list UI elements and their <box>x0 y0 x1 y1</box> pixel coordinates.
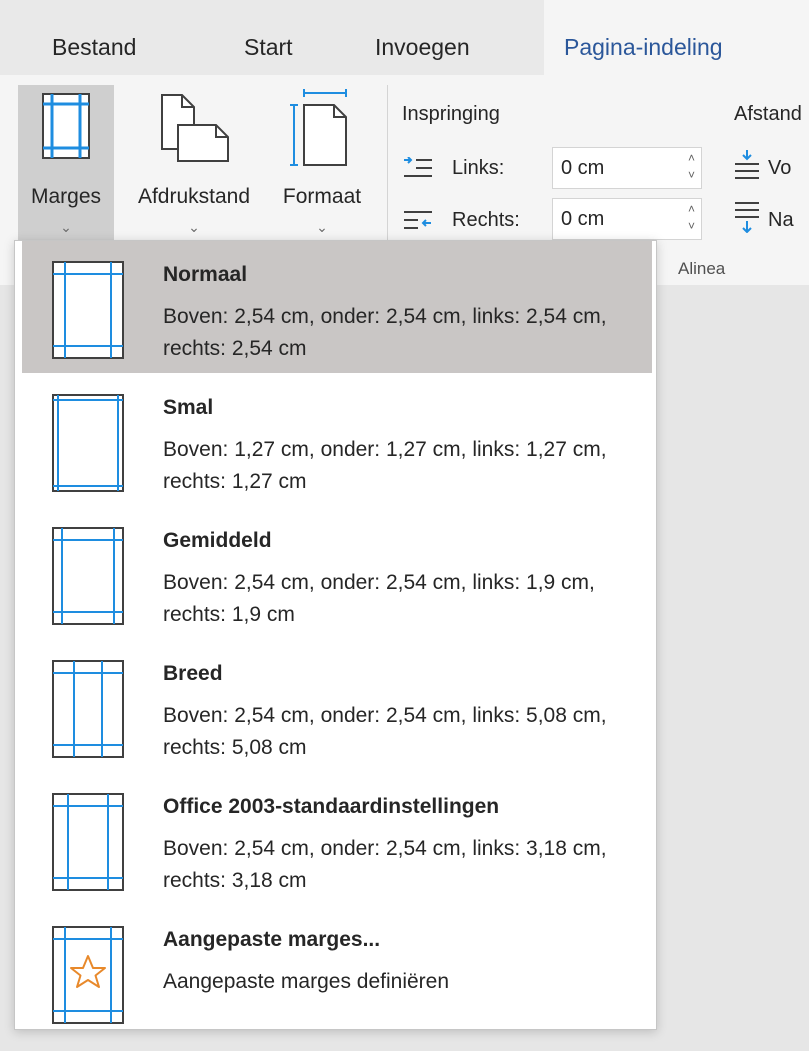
narrow-margins-icon <box>52 394 124 492</box>
tab-pagina-indeling[interactable]: Pagina-indeling <box>544 0 809 75</box>
margin-option-desc: Boven: 2,54 cm, onder: 2,54 cm, links: 3… <box>163 837 607 892</box>
margin-option-office-2003[interactable]: Office 2003-standaardinstellingen Boven:… <box>22 773 652 905</box>
normal-margins-icon <box>52 261 124 359</box>
ribbon-tab-bar: Bestand Start Invoegen Pagina-indeling <box>0 0 809 75</box>
size-button-label: Formaat <box>282 185 362 208</box>
margin-option-desc: Boven: 2,54 cm, onder: 2,54 cm, links: 1… <box>163 571 595 626</box>
spinner-arrows-icon[interactable]: ˄ ˅ <box>688 150 695 184</box>
chevron-down-icon: ⌄ <box>316 219 328 235</box>
margin-option-desc: Boven: 1,27 cm, onder: 1,27 cm, links: 1… <box>163 438 607 493</box>
spacing-after-icon <box>735 202 759 233</box>
star-icon <box>52 926 124 1024</box>
tab-bestand[interactable]: Bestand <box>52 0 136 75</box>
indent-left-icon <box>404 157 432 177</box>
margin-option-title: Smal <box>163 396 214 419</box>
spacing-group-title: Afstand <box>734 103 802 125</box>
margin-option-normaal[interactable]: Normaal Boven: 2,54 cm, onder: 2,54 cm, … <box>22 241 652 373</box>
chevron-down-icon: ⌄ <box>188 219 200 235</box>
margin-option-smal[interactable]: Smal Boven: 1,27 cm, onder: 1,27 cm, lin… <box>22 374 652 506</box>
margin-option-title: Normaal <box>163 263 248 286</box>
chevron-down-icon: ⌄ <box>60 219 72 235</box>
indent-right-label: Rechts: <box>452 209 520 231</box>
margin-option-desc: Aangepaste marges definiëren <box>163 970 450 993</box>
indent-left-spinner[interactable]: 0 cm ˄ ˅ <box>552 147 702 189</box>
orientation-icon <box>161 94 229 162</box>
margin-option-breed[interactable]: Breed Boven: 2,54 cm, onder: 2,54 cm, li… <box>22 640 652 772</box>
orientation-button-label: Afdrukstand <box>137 185 251 208</box>
wide-margins-icon <box>52 660 124 758</box>
paragraph-group-label: Alinea <box>678 259 726 278</box>
margins-button[interactable]: Marges ⌄ <box>18 85 114 247</box>
margin-option-title: Aangepaste marges... <box>163 928 381 951</box>
page-size-icon <box>290 89 347 166</box>
margins-button-label: Marges <box>30 185 102 208</box>
margin-option-title: Gemiddeld <box>163 529 272 552</box>
margin-option-gemiddeld[interactable]: Gemiddeld Boven: 2,54 cm, onder: 2,54 cm… <box>22 507 652 639</box>
tab-start[interactable]: Start <box>244 0 293 75</box>
spacing-before-icon <box>735 150 759 179</box>
indent-group-title: Inspringing <box>402 103 500 125</box>
indent-right-value: 0 cm <box>561 208 605 230</box>
margin-option-desc: Boven: 2,54 cm, onder: 2,54 cm, links: 5… <box>163 704 607 759</box>
margin-option-desc: Boven: 2,54 cm, onder: 2,54 cm, links: 2… <box>163 305 607 360</box>
moderate-margins-icon <box>52 527 124 625</box>
indent-right-icon <box>404 211 432 229</box>
indent-left-label: Links: <box>452 157 505 179</box>
margins-dropdown-menu: Normaal Boven: 2,54 cm, onder: 2,54 cm, … <box>14 240 657 1030</box>
margin-option-title: Breed <box>163 662 223 685</box>
margin-option-custom[interactable]: Aangepaste marges... Aangepaste marges d… <box>22 906 652 1024</box>
ribbon-divider <box>387 85 388 263</box>
spinner-arrows-icon[interactable]: ˄ ˅ <box>688 201 695 235</box>
tab-invoegen[interactable]: Invoegen <box>375 0 470 75</box>
indent-right-spinner[interactable]: 0 cm ˄ ˅ <box>552 198 702 240</box>
orientation-button[interactable]: Afdrukstand ⌄ <box>118 85 270 247</box>
size-button[interactable]: Formaat ⌄ <box>272 85 372 247</box>
spacing-after-label: Na <box>768 209 794 231</box>
office-2003-margins-icon <box>52 793 124 891</box>
indent-left-value: 0 cm <box>561 157 605 179</box>
spacing-before-label: Vo <box>768 157 792 179</box>
margins-icon <box>42 93 90 159</box>
margin-option-title: Office 2003-standaardinstellingen <box>163 795 500 818</box>
